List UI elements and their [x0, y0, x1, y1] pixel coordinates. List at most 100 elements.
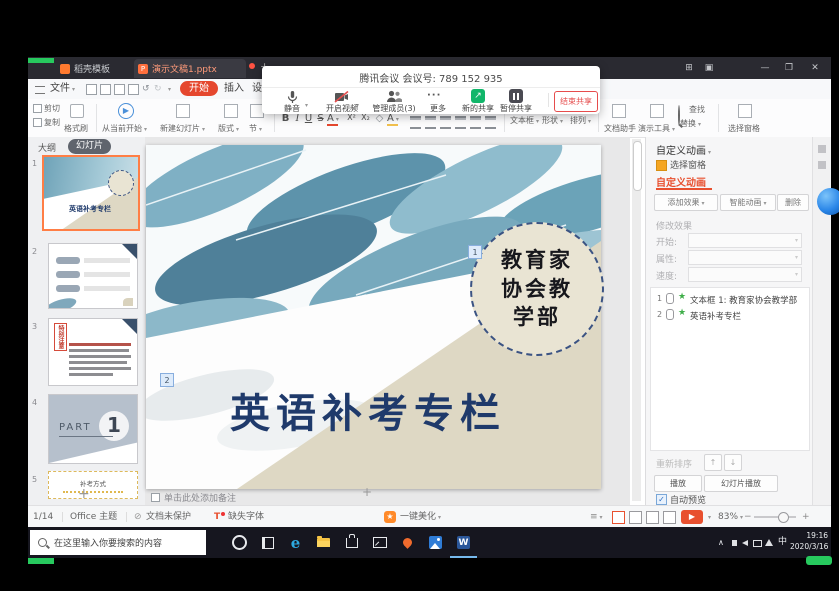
font-color-button[interactable]: A	[327, 113, 338, 126]
more-icon[interactable]	[427, 90, 441, 101]
italic-button[interactable]: I	[292, 113, 303, 124]
slideshow-button[interactable]: ▶	[681, 510, 703, 524]
delete-button[interactable]: 删除	[777, 194, 809, 211]
format-painter-button[interactable]: 格式刷	[64, 123, 88, 134]
tray-speaker-icon[interactable]	[742, 540, 748, 546]
print-icon[interactable]	[114, 84, 125, 95]
replace-button[interactable]: 替换	[680, 118, 701, 129]
speed-select[interactable]	[688, 267, 802, 282]
layout-button[interactable]: 版式	[218, 123, 239, 134]
present-tools-icon[interactable]	[650, 104, 664, 118]
strikethrough-button[interactable]: S	[315, 113, 326, 124]
textbox-button[interactable]: 文本框	[510, 115, 539, 126]
tab-outline[interactable]: 大纲	[38, 141, 56, 154]
reorder-down-button[interactable]: ↓	[724, 454, 742, 471]
shape-button[interactable]: 形状	[542, 115, 563, 126]
tray-pen-icon[interactable]	[732, 540, 737, 546]
taskbar-search-box[interactable]: 在这里输入你要搜索的内容	[30, 530, 206, 555]
file-explorer-icon[interactable]	[310, 527, 337, 558]
auto-preview-checkbox[interactable]: ✓	[656, 494, 667, 505]
slide-thumbnail-1[interactable]: 英语补考专栏	[42, 155, 140, 231]
selection-pane-icon[interactable]	[738, 104, 752, 118]
slide-title-text[interactable]: 英语补考专栏	[198, 381, 538, 439]
tray-chevron-icon[interactable]: ∧	[718, 527, 724, 558]
camera-off-icon[interactable]	[334, 91, 349, 103]
tab-docer-templates[interactable]: 稻壳模板	[56, 59, 132, 78]
sidebar-tool-icon[interactable]	[818, 161, 826, 169]
underline-button[interactable]: U	[303, 113, 314, 124]
photos-icon[interactable]	[422, 527, 449, 558]
sidebar-tool-icon[interactable]	[818, 145, 826, 153]
reading-view-button[interactable]	[646, 511, 659, 524]
doc-protect-status[interactable]: 文档未保护	[146, 506, 191, 528]
add-slide-button[interactable]: +	[78, 486, 90, 502]
save-icon[interactable]	[86, 84, 97, 95]
scrollbar-thumb[interactable]	[633, 141, 642, 191]
property-select[interactable]	[688, 250, 802, 265]
members-icon[interactable]	[386, 90, 402, 103]
redo-icon[interactable]: ↻	[154, 79, 162, 99]
end-share-button[interactable]: 结束共享	[554, 91, 598, 112]
pane-tab-custom-animation[interactable]: 自定义动画	[656, 174, 706, 189]
bold-button[interactable]: B	[280, 113, 291, 124]
mail-icon[interactable]	[366, 527, 393, 558]
smart-animation-button[interactable]: 智能动画	[720, 194, 776, 211]
animation-order-badge-1[interactable]: 1	[468, 245, 482, 259]
circle-text-shape[interactable]: 教育家 协会教 学部	[470, 222, 604, 356]
zoom-slider-knob[interactable]	[778, 512, 789, 523]
slide-thumbnail-4[interactable]: PART 1	[48, 394, 138, 464]
tray-keyboard-icon[interactable]	[753, 540, 762, 547]
ribbon-tab-insert[interactable]: 插入	[224, 79, 244, 99]
align-left-icon[interactable]	[410, 116, 421, 129]
camera-button[interactable]: 开启视频	[314, 103, 370, 114]
minimize-button[interactable]: —	[756, 58, 774, 78]
zoom-slider-track[interactable]	[754, 516, 796, 518]
play-from-current-button[interactable]: 从当前开始	[102, 123, 147, 134]
numbering-icon[interactable]	[485, 116, 496, 129]
close-button[interactable]: ✕	[806, 58, 824, 78]
microphone-icon[interactable]	[286, 90, 299, 104]
copy-button[interactable]: 复制	[44, 117, 60, 128]
taskbar-clock[interactable]: 19:16 2020/3/16	[790, 531, 828, 553]
tab-presentation-file[interactable]: P 演示文稿1.pptx	[134, 59, 246, 78]
doc-assistant-icon[interactable]	[612, 104, 626, 118]
notes-view-icon[interactable]: ≡	[590, 506, 603, 529]
app-center-grid-icon[interactable]: ⊞	[680, 58, 698, 78]
cut-icon[interactable]	[33, 104, 42, 113]
align-center-icon[interactable]	[425, 116, 436, 129]
skin-icon[interactable]: ▣	[700, 58, 718, 78]
wps-writer-icon[interactable]: W	[450, 527, 477, 558]
zoom-in-button[interactable]: +	[802, 506, 810, 528]
play-from-current-icon[interactable]: ▶	[118, 103, 134, 119]
ribbon-tab-home[interactable]: 开始	[180, 81, 218, 96]
copy-icon[interactable]	[33, 118, 42, 127]
edge-icon[interactable]: e	[282, 527, 309, 558]
canvas-scrollbar[interactable]	[632, 139, 641, 501]
zoom-level[interactable]: 83%	[718, 506, 743, 529]
preview-icon[interactable]	[128, 84, 139, 95]
task-view-icon[interactable]	[254, 527, 281, 558]
ime-indicator[interactable]: 中	[778, 527, 787, 558]
animation-item[interactable]: 英语补考专栏	[690, 310, 741, 322]
slide-sorter-view-button[interactable]	[629, 511, 642, 524]
cortana-icon[interactable]	[226, 527, 253, 558]
pause-share-icon[interactable]	[509, 89, 523, 103]
theme-name[interactable]: Office 主题	[70, 506, 117, 528]
animation-order-badge-2[interactable]: 2	[160, 373, 174, 387]
layout-icon[interactable]	[224, 104, 238, 118]
section-button[interactable]: 节	[249, 123, 262, 134]
tencent-meeting-bar[interactable]: 腾讯会议 会议号: 789 152 935 静音 开启视频 管理成员(3) 更多…	[262, 66, 600, 114]
customize-quickbar-icon[interactable]	[166, 79, 171, 100]
animation-item[interactable]: 文本框 1: 教育家协会教学部	[690, 294, 797, 306]
undo-icon[interactable]: ↺	[142, 79, 150, 99]
add-effect-button[interactable]: 添加效果	[654, 194, 718, 211]
present-tools-button[interactable]: 演示工具	[638, 123, 675, 134]
slide-thumbnail-2[interactable]	[48, 243, 138, 309]
arrange-button[interactable]: 排列	[570, 115, 591, 126]
maps-pin-icon[interactable]	[394, 527, 421, 558]
start-select[interactable]	[688, 233, 802, 248]
output-icon[interactable]	[100, 84, 111, 95]
tab-slides[interactable]: 幻灯片	[68, 139, 111, 154]
normal-view-button[interactable]	[612, 511, 625, 524]
format-painter-icon[interactable]	[70, 104, 84, 118]
